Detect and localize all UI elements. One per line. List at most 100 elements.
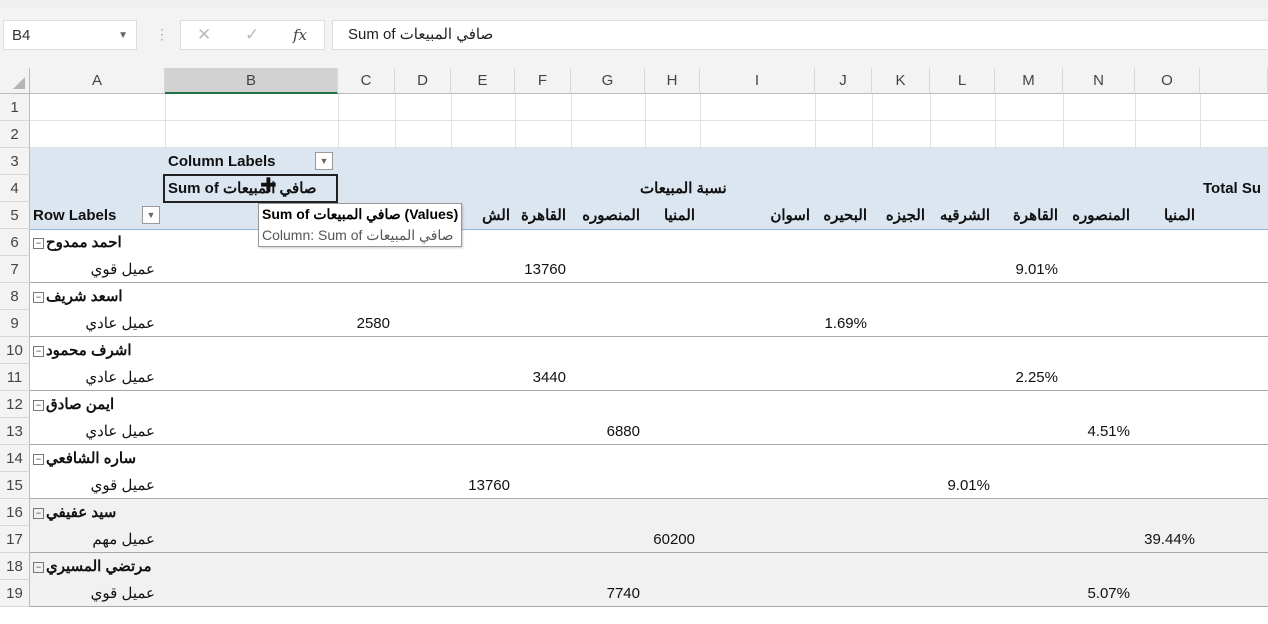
collapse-icon[interactable]: − xyxy=(33,507,44,519)
gridline xyxy=(930,94,931,148)
gridline xyxy=(165,94,166,148)
row-separator xyxy=(30,444,1268,445)
customer-name-text: ايمن صادق xyxy=(46,396,115,413)
customer-name: − اسعد شريف xyxy=(33,283,123,310)
gridline xyxy=(338,94,339,148)
row-labels-header[interactable]: Row Labels xyxy=(33,202,116,229)
row-header-6[interactable]: 6 xyxy=(0,229,30,256)
row-separator xyxy=(30,552,1268,553)
customer-type: عميل قوي xyxy=(90,585,155,602)
customer-name: − سيد عفيفي xyxy=(33,499,116,526)
select-all-button[interactable] xyxy=(0,68,30,94)
row-separator xyxy=(30,606,1268,607)
enter-icon[interactable]: ✓ xyxy=(245,25,259,45)
tooltip-detail: Column: Sum of صافي المبيعات xyxy=(262,227,454,243)
gridline xyxy=(645,94,646,148)
column-header-N[interactable]: N xyxy=(1063,68,1135,94)
row-separator xyxy=(30,282,1268,283)
customer-name: − مرتضي المسيري xyxy=(33,553,152,580)
row-header-1[interactable]: 1 xyxy=(0,94,30,121)
formula-buttons: ✕ ✓ fx xyxy=(180,20,325,50)
collapse-icon[interactable]: − xyxy=(33,399,44,411)
column-header-H[interactable]: H xyxy=(645,68,700,94)
collapse-icon[interactable]: − xyxy=(33,237,44,249)
region-header-G: المنصوره xyxy=(582,207,640,224)
column-header-J[interactable]: J xyxy=(815,68,872,94)
column-header-P[interactable] xyxy=(1200,68,1268,94)
row-header-10[interactable]: 10 xyxy=(0,337,30,364)
row-header-16[interactable]: 16 xyxy=(0,499,30,526)
cancel-icon[interactable]: ✕ xyxy=(197,25,211,45)
row-labels-filter-button[interactable]: ▼ xyxy=(142,206,160,224)
sales-percent: 1.69% xyxy=(824,315,867,332)
sales-percent: 5.07% xyxy=(1087,585,1130,602)
sales-percent: 39.44% xyxy=(1144,531,1195,548)
customer-type: عميل قوي xyxy=(90,261,155,278)
row-header-19[interactable]: 19 xyxy=(0,580,30,607)
customer-name-text: ساره الشافعي xyxy=(46,450,137,467)
customer-name-text: احمد ممدوح xyxy=(46,234,122,251)
sales-percent: 9.01% xyxy=(1015,261,1058,278)
customer-name: − احمد ممدوح xyxy=(33,229,122,256)
column-header-E[interactable]: E xyxy=(451,68,515,94)
collapse-icon[interactable]: − xyxy=(33,453,44,465)
row-header-15[interactable]: 15 xyxy=(0,472,30,499)
row-header-12[interactable]: 12 xyxy=(0,391,30,418)
column-header-D[interactable]: D xyxy=(395,68,451,94)
row-header-3[interactable]: 3 xyxy=(0,148,30,175)
column-header-B[interactable]: B xyxy=(165,68,338,94)
collapse-icon[interactable]: − xyxy=(33,291,44,303)
column-labels-header[interactable]: Column Labels xyxy=(168,148,276,175)
column-labels-filter-button[interactable]: ▼ xyxy=(315,152,333,170)
drag-handle-icon[interactable]: ⋮ xyxy=(155,26,169,43)
sales-percent: 9.01% xyxy=(947,477,990,494)
row-header-5[interactable]: 5 xyxy=(0,202,30,229)
column-header-C[interactable]: C xyxy=(338,68,395,94)
column-header-M[interactable]: M xyxy=(995,68,1063,94)
region-header-L: الشرقيه xyxy=(939,207,990,224)
customer-name: − ايمن صادق xyxy=(33,391,114,418)
column-header-G[interactable]: G xyxy=(571,68,645,94)
field-tooltip: Sum of صافي المبيعات (Values) Column: Sum… xyxy=(258,203,463,247)
column-header-I[interactable]: I xyxy=(700,68,815,94)
selected-cell-b4[interactable] xyxy=(163,174,338,203)
name-box[interactable]: B4 ▼ xyxy=(3,20,137,50)
row-header-11[interactable]: 11 xyxy=(0,364,30,391)
gridline xyxy=(451,94,452,148)
column-header-O[interactable]: O xyxy=(1135,68,1200,94)
row-header-13[interactable]: 13 xyxy=(0,418,30,445)
gridline xyxy=(30,120,1268,121)
column-header-A[interactable]: A xyxy=(30,68,165,94)
collapse-icon[interactable]: − xyxy=(33,345,44,357)
row-header-7[interactable]: 7 xyxy=(0,256,30,283)
column-header-K[interactable]: K xyxy=(872,68,930,94)
customer-type: عميل قوي xyxy=(90,477,155,494)
row-header-18[interactable]: 18 xyxy=(0,553,30,580)
insert-function-icon[interactable]: fx xyxy=(293,26,307,44)
cells-area[interactable]: Column Labels ▼ Sum of صافي المبيعات نسبة ا… xyxy=(30,94,1268,624)
row-header-14[interactable]: 14 xyxy=(0,445,30,472)
row-header-2[interactable]: 2 xyxy=(0,121,30,148)
formula-bar: B4 ▼ ⋮ ✕ ✓ fx Sum of صافي المبيعات xyxy=(0,8,1268,68)
row-header-17[interactable]: 17 xyxy=(0,526,30,553)
collapse-icon[interactable]: − xyxy=(33,561,44,573)
customer-name-text: اشرف محمود xyxy=(46,342,132,359)
sales-value: 3440 xyxy=(532,369,566,386)
formula-input[interactable]: Sum of صافي المبيعات xyxy=(332,20,1268,50)
row-separator xyxy=(30,336,1268,337)
chevron-down-icon[interactable]: ▼ xyxy=(118,21,128,51)
gridline xyxy=(1063,94,1064,148)
sales-value: 13760 xyxy=(524,261,566,278)
row-separator xyxy=(30,498,1268,499)
grand-total-header: Total Su xyxy=(1203,180,1262,197)
customer-name-text: اسعد شريف xyxy=(46,288,123,305)
sales-percent: 4.51% xyxy=(1087,423,1130,440)
row-header-8[interactable]: 8 xyxy=(0,283,30,310)
sales-value: 7740 xyxy=(606,585,640,602)
customer-type: عميل عادي xyxy=(85,423,155,440)
column-header-F[interactable]: F xyxy=(515,68,571,94)
customer-name-text: سيد عفيفي xyxy=(46,504,117,521)
row-header-4[interactable]: 4 xyxy=(0,175,30,202)
row-header-9[interactable]: 9 xyxy=(0,310,30,337)
column-header-L[interactable]: L xyxy=(930,68,995,94)
